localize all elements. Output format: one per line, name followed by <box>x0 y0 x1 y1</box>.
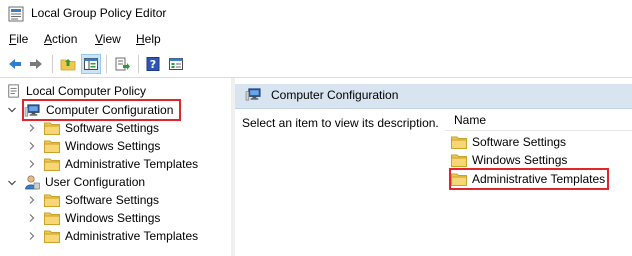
details-header-title: Computer Configuration <box>271 88 399 102</box>
chevron-right-icon[interactable] <box>27 195 37 205</box>
list-item-label: Windows Settings <box>472 153 568 167</box>
back-button[interactable] <box>5 54 25 74</box>
properties-button[interactable] <box>166 54 186 74</box>
tree-node-label: Local Computer Policy <box>26 84 147 98</box>
up-folder-icon <box>60 59 76 71</box>
chevron-right-icon[interactable] <box>27 123 37 133</box>
console-tree[interactable]: Local Computer Policy Computer Configura… <box>0 78 232 256</box>
list-item-software-settings[interactable]: Software Settings <box>451 133 566 151</box>
forward-icon <box>30 59 42 69</box>
forward-button[interactable] <box>26 54 46 74</box>
folder-icon <box>44 122 60 135</box>
menu-view[interactable]: View <box>95 32 121 46</box>
tree-node-software-settings[interactable]: Software Settings <box>44 119 159 137</box>
menu-action[interactable]: Action <box>44 32 77 46</box>
up-one-level-button[interactable] <box>58 54 78 74</box>
highlight-box <box>22 99 181 121</box>
menu-bar: File Action View Help <box>0 30 632 50</box>
description-text: Select an item to view its description. <box>242 116 439 130</box>
folder-icon <box>44 230 60 243</box>
show-hide-tree-button[interactable] <box>81 54 101 74</box>
tree-node-label: Windows Settings <box>65 139 161 153</box>
toolbar-separator <box>106 55 107 73</box>
folder-icon <box>44 212 60 225</box>
chevron-right-icon[interactable] <box>27 213 37 223</box>
chevron-down-icon[interactable] <box>7 105 17 115</box>
column-header-name[interactable]: Name <box>454 113 486 127</box>
tree-node-windows-settings[interactable]: Windows Settings <box>44 209 160 227</box>
properties-icon <box>169 58 183 70</box>
folder-icon <box>451 136 467 149</box>
folder-icon <box>451 154 467 167</box>
tree-node-user-configuration[interactable]: User Configuration <box>24 173 145 191</box>
chevron-right-icon[interactable] <box>27 141 37 151</box>
help-button[interactable]: ? <box>143 54 163 74</box>
computer-icon <box>245 88 261 101</box>
window-title: Local Group Policy Editor <box>31 6 167 20</box>
folder-icon <box>44 194 60 207</box>
show-hide-tree-icon <box>84 58 98 70</box>
menu-help[interactable]: Help <box>136 32 161 46</box>
toolbar: ? <box>0 51 632 78</box>
folder-icon <box>44 158 60 171</box>
tree-node-label: Administrative Templates <box>65 157 199 171</box>
tree-node-label: User Configuration <box>45 175 146 189</box>
gpedit-icon <box>8 6 24 22</box>
user-icon <box>25 175 40 190</box>
tree-node-label: Administrative Templates <box>65 229 199 243</box>
policy-document-icon <box>8 84 19 98</box>
toolbar-separator <box>138 55 139 73</box>
details-pane: Computer Configuration Select an item to… <box>235 78 632 256</box>
help-icon: ? <box>146 57 160 71</box>
list-item-label: Software Settings <box>472 135 567 149</box>
tree-node-label: Software Settings <box>65 121 160 135</box>
folder-icon <box>44 140 60 153</box>
svg-text:?: ? <box>150 58 156 71</box>
chevron-right-icon[interactable] <box>27 231 37 241</box>
menu-file[interactable]: File <box>9 32 28 46</box>
column-divider <box>445 130 632 131</box>
chevron-right-icon[interactable] <box>27 159 37 169</box>
tree-node-label: Windows Settings <box>65 211 161 225</box>
title-bar: Local Group Policy Editor <box>0 0 632 28</box>
export-list-button[interactable] <box>112 54 132 74</box>
tree-node-label: Software Settings <box>65 193 160 207</box>
tree-node-software-settings[interactable]: Software Settings <box>44 191 159 209</box>
tree-node-windows-settings[interactable]: Windows Settings <box>44 137 160 155</box>
tree-node-administrative-templates[interactable]: Administrative Templates <box>44 227 198 245</box>
tree-node-local-computer-policy[interactable]: Local Computer Policy <box>7 82 146 100</box>
highlight-box <box>449 168 609 190</box>
toolbar-separator <box>52 55 53 73</box>
back-icon <box>9 59 21 69</box>
chevron-down-icon[interactable] <box>7 178 17 188</box>
list-item-windows-settings[interactable]: Windows Settings <box>451 151 567 169</box>
details-header: Computer Configuration <box>235 84 632 109</box>
tree-node-administrative-templates[interactable]: Administrative Templates <box>44 155 198 173</box>
export-list-icon <box>115 57 130 71</box>
